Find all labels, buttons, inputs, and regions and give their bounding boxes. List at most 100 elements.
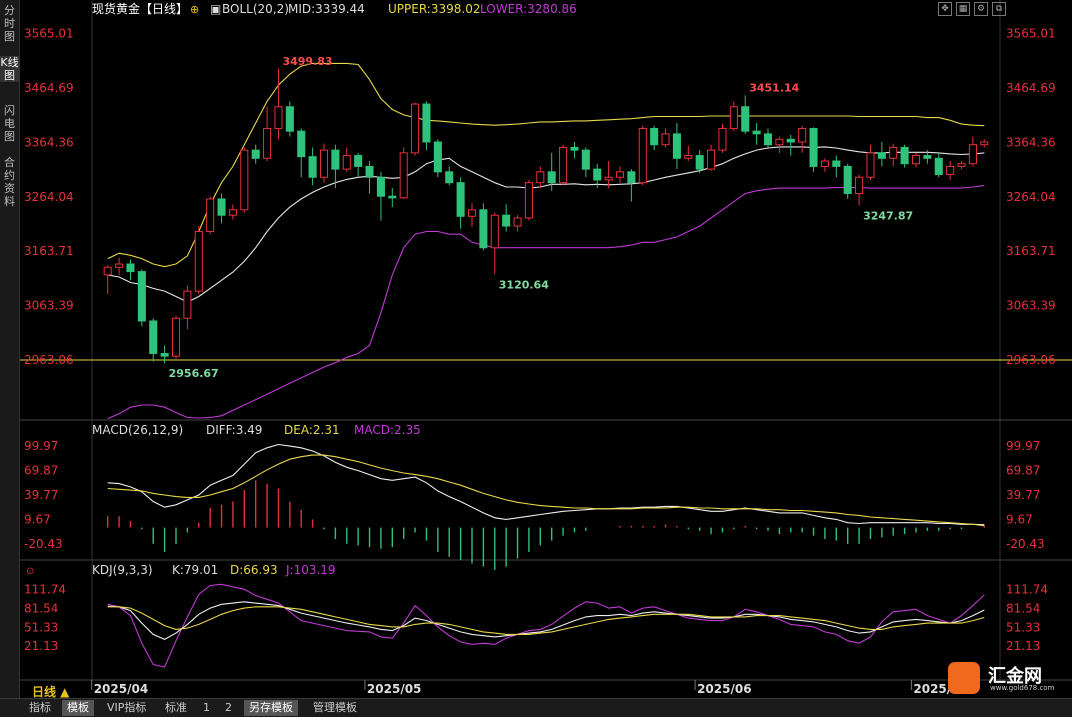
candle-body [445, 171, 454, 184]
candle-body [911, 155, 921, 165]
tab-manage-template[interactable]: 管理模板 [308, 700, 362, 716]
candle-body [206, 198, 215, 232]
candle-body [980, 141, 989, 146]
bottom-tab-bar: 指标 模板 VIP指标 标准 1 2 另存模板 管理模板 [0, 698, 1072, 717]
candle-body [638, 127, 647, 184]
macd-tick-right: 69.87 [1006, 464, 1040, 478]
candle-body [433, 141, 442, 173]
chart-title: 现货黄金【日线】 [92, 1, 188, 16]
macd-tick-right: 9.67 [1006, 513, 1033, 527]
kdj-marker-icon: ⊙ [26, 566, 34, 577]
kdj-tick-left: 81.54 [24, 601, 58, 615]
tab-template[interactable]: 模板 [62, 700, 94, 716]
candle-body [946, 165, 955, 176]
candle-body [524, 182, 533, 219]
price-tick-right: 3264.04 [1006, 190, 1056, 204]
tab-vip-indicator[interactable]: VIP指标 [102, 700, 151, 716]
price-tick-right: 3464.69 [1006, 81, 1056, 95]
kdj-tick-right: 81.54 [1006, 601, 1040, 615]
kdj-tick-right: 111.74 [1006, 582, 1048, 596]
tab-standard[interactable]: 标准 [160, 700, 192, 716]
candle-body [570, 146, 579, 151]
candle-body [137, 271, 146, 322]
candle-body [388, 195, 397, 199]
candle-body [809, 127, 818, 167]
macd-tick-left: 9.67 [24, 513, 51, 527]
tab-1[interactable]: 1 [198, 700, 215, 716]
tab-2[interactable]: 2 [220, 700, 237, 716]
candle-body [126, 263, 135, 273]
title-dot-icon: ⊕ [190, 3, 199, 16]
price-tick-left: 2963.06 [24, 353, 74, 367]
crosshair-icon[interactable]: ✥ [938, 2, 952, 16]
candle-body [354, 155, 363, 167]
candle-body [627, 171, 636, 184]
tab-lightning[interactable]: 闪电图 [0, 104, 19, 143]
candle-body [263, 127, 272, 159]
candle-body [798, 127, 807, 143]
price-tick-left: 3264.04 [24, 190, 74, 204]
candle-body [741, 106, 750, 132]
candle-body [479, 209, 488, 249]
tab-kline[interactable]: K线图 [0, 56, 19, 82]
candle-body [251, 149, 260, 159]
candle-body [297, 130, 306, 158]
candle-body [149, 320, 158, 354]
candle-body [923, 155, 932, 159]
candle-body [411, 103, 420, 154]
kdj-j-value: J:103.19 [285, 563, 336, 577]
candle-body [456, 182, 465, 217]
restore-icon[interactable]: ⧉ [992, 2, 1006, 16]
candle-body [684, 155, 693, 159]
candle-body [228, 209, 237, 216]
tab-contract-info[interactable]: 合约资料 [0, 156, 19, 208]
price-tick-right: 3364.36 [1006, 135, 1056, 149]
price-annotation: 3451.14 [749, 81, 799, 94]
macd-tick-left: 39.77 [24, 488, 58, 502]
candle-body [968, 144, 977, 165]
candle-body [763, 133, 773, 146]
candle-body [934, 157, 943, 176]
kdj-k-value: K:79.01 [172, 563, 218, 577]
logo: 汇金网 www.gold678.com [948, 660, 1066, 696]
price-annotation: 2956.67 [169, 367, 219, 380]
logo-url: www.gold678.com [990, 684, 1055, 692]
tab-indicator[interactable]: 指标 [24, 700, 56, 716]
candle-body [536, 171, 545, 184]
macd-diff-value: DIFF:3.49 [206, 423, 262, 437]
candle-body [160, 352, 169, 357]
candle-body [707, 149, 716, 170]
candle-body [513, 217, 522, 227]
candle-body [490, 214, 499, 249]
tab-save-template[interactable]: 另存模板 [244, 700, 298, 716]
kdj-tick-right: 21.13 [1006, 639, 1040, 653]
candle-body [820, 160, 829, 167]
candle-body [957, 163, 966, 167]
candle-body [593, 168, 602, 181]
price-tick-right: 2963.06 [1006, 353, 1056, 367]
kdj-tick-left: 111.74 [24, 582, 66, 596]
candle-body [467, 209, 477, 217]
candle-body [843, 165, 852, 195]
candle-body [855, 176, 864, 195]
tab-timeshare[interactable]: 分时图 [0, 4, 19, 43]
candle-body [695, 155, 704, 170]
candle-body [832, 160, 841, 167]
date-label: 2025/06 [697, 682, 751, 696]
candle-body [729, 106, 738, 129]
candle-body [342, 155, 351, 170]
kdj-tick-left: 21.13 [24, 639, 58, 653]
candle-body [115, 263, 124, 268]
candle-body [171, 317, 181, 357]
macd-tick-left: -20.43 [24, 537, 63, 551]
logo-icon [948, 662, 980, 694]
layout-icon[interactable]: ▦ [956, 2, 970, 16]
candle-body [365, 165, 374, 178]
kline-chart: 3565.01 3565.01 3464.69 3464.69 3364.36 3364.… [20, 0, 1072, 696]
settings-icon[interactable]: ⚙ [974, 2, 988, 16]
candle-body [559, 146, 568, 184]
date-label: 2025/05 [367, 682, 421, 696]
boll-lower-value: LOWER:3280.86 [480, 2, 577, 16]
price-tick-left: 3163.71 [24, 244, 74, 258]
price-tick-left: 3063.39 [24, 299, 74, 313]
